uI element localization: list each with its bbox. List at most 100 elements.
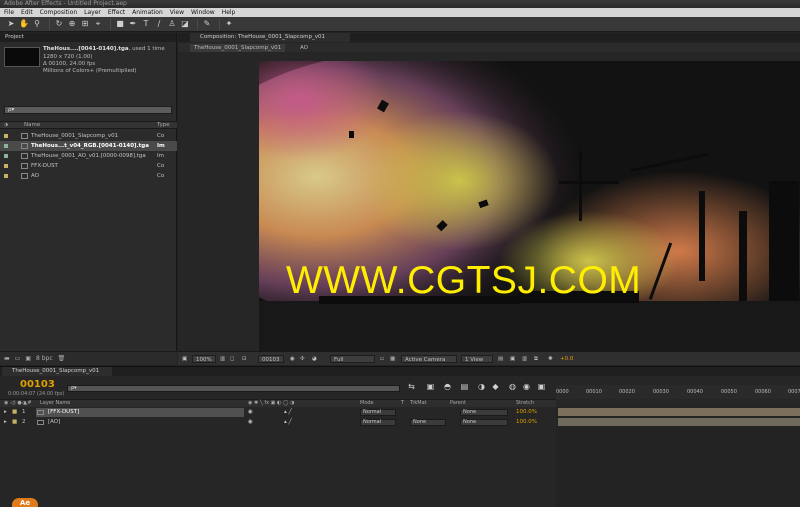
subtab-ao[interactable]: AO	[296, 44, 312, 52]
track-camera-icon[interactable]: ⌖	[93, 19, 103, 29]
menu-file[interactable]: File	[4, 8, 14, 17]
menu-effect[interactable]: Effect	[108, 8, 125, 17]
menu-view[interactable]: View	[170, 8, 184, 17]
layer-name-column[interactable]: Layer Name	[40, 400, 70, 407]
time-ruler[interactable]: 0000 00010 00020 00030 00040 00050 00060…	[556, 385, 800, 399]
parent-dropdown[interactable]: None	[460, 419, 508, 426]
timeline-icon[interactable]: ▥	[522, 355, 527, 363]
brush-tool-icon[interactable]: ∕	[154, 19, 164, 29]
label-swatch[interactable]	[4, 164, 8, 168]
layer-switches-icon[interactable]: ▴ ╱	[284, 408, 292, 417]
label-swatch[interactable]	[4, 154, 8, 158]
menu-window[interactable]: Window	[191, 8, 215, 17]
puppet-pin-icon[interactable]: ✦	[224, 19, 234, 29]
parent-column[interactable]: Parent	[450, 400, 466, 407]
rectangle-tool-icon[interactable]: ■	[115, 19, 125, 29]
label-swatch[interactable]	[4, 134, 8, 138]
label-swatch[interactable]: ■	[12, 408, 17, 417]
motion-blur-icon[interactable]: ◑	[476, 381, 487, 392]
menu-composition[interactable]: Composition	[40, 8, 77, 17]
hand-tool-icon[interactable]: ✋	[19, 19, 29, 29]
camera-view-dropdown[interactable]: Active Camera	[401, 355, 457, 363]
menu-help[interactable]: Help	[222, 8, 236, 17]
parent-dropdown[interactable]: None	[460, 409, 508, 416]
visibility-icon[interactable]: ◉	[248, 418, 253, 427]
mode-dropdown[interactable]: Normal	[360, 419, 396, 426]
region-icon[interactable]: ◻	[230, 355, 235, 363]
new-folder-icon[interactable]: ▭	[15, 355, 21, 362]
trkmat-dropdown[interactable]: None	[410, 419, 446, 426]
layer-row[interactable]: ▸ ■ 2 [AO] ◉ ▴ ╱ Normal None None 100.0%	[0, 418, 556, 427]
rotate-tool-icon[interactable]: ↻	[54, 19, 64, 29]
menu-edit[interactable]: Edit	[21, 8, 33, 17]
flowchart-icon[interactable]: ⧉	[534, 355, 538, 363]
layer-duration-bar[interactable]	[558, 418, 800, 426]
label-column-icon[interactable]: ⬗	[4, 122, 8, 129]
magnification-dropdown[interactable]: 100%	[192, 355, 216, 363]
type-tool-icon[interactable]: T	[141, 19, 151, 29]
exposure-value[interactable]: +0.0	[560, 355, 573, 363]
menu-layer[interactable]: Layer	[84, 8, 101, 17]
resolution-dropdown[interactable]: Full	[330, 355, 375, 363]
mode-dropdown[interactable]: Normal	[360, 409, 396, 416]
comp-mini-flowchart-icon[interactable]: ⇆	[406, 381, 417, 392]
current-time-field[interactable]: 00103	[258, 355, 284, 363]
graph-toggle-icon[interactable]: ▣	[536, 381, 547, 392]
name-column[interactable]: Name	[24, 122, 40, 129]
label-swatch[interactable]	[4, 174, 8, 178]
pixel-aspect-icon[interactable]: ▤	[498, 355, 503, 363]
camera-snapshot-icon[interactable]: ◉	[290, 355, 295, 363]
camera-orbit-icon[interactable]: ⊕	[67, 19, 77, 29]
timeline-tab[interactable]: TheHouse_0001_Slapcomp_v01	[2, 367, 112, 376]
graph-editor-icon[interactable]: ◉	[521, 381, 532, 392]
brainstorm-icon[interactable]: ◆	[490, 381, 501, 392]
composition-tab[interactable]: Composition: TheHouse_0001_Slapcomp_v01	[190, 33, 350, 42]
stretch-value[interactable]: 100.0%	[516, 418, 537, 427]
project-search-input[interactable]: ρ▾	[4, 106, 172, 114]
color-management-icon[interactable]: ◕	[312, 355, 317, 363]
always-preview-icon[interactable]: ▣	[182, 355, 187, 363]
label-swatch[interactable]	[4, 144, 8, 148]
layer-duration-bar[interactable]	[558, 408, 800, 416]
project-item[interactable]: FFX-DUST Co	[0, 161, 177, 171]
stretch-column[interactable]: Stretch	[516, 400, 534, 407]
project-item[interactable]: AO Co	[0, 171, 177, 181]
project-item[interactable]: TheHouse_0001_AO_v01.[0000-0098].tga Im	[0, 151, 177, 161]
composition-viewer[interactable]: WWW.CGTSJ.COM	[259, 61, 800, 355]
type-column[interactable]: Type	[157, 122, 170, 129]
shy-layers-icon[interactable]: ◓	[442, 381, 453, 392]
roi-icon[interactable]: ▫	[380, 355, 384, 363]
zoom-tool-icon[interactable]: ⚲	[32, 19, 42, 29]
selection-tool-icon[interactable]: ➤	[6, 19, 16, 29]
new-comp-icon[interactable]: ▣	[25, 355, 31, 362]
transparency-grid-icon[interactable]: ▦	[390, 355, 395, 363]
exposure-icon[interactable]: ✺	[548, 355, 553, 363]
visibility-icon[interactable]: ◉	[248, 408, 253, 417]
roto-brush-icon[interactable]: ✎	[202, 19, 212, 29]
project-tab[interactable]: Project	[0, 33, 176, 42]
fast-preview-icon[interactable]: ▣	[510, 355, 515, 363]
interpret-footage-icon[interactable]: ▬	[4, 355, 10, 362]
mode-column[interactable]: Mode	[360, 400, 374, 407]
layer-twirl-icon[interactable]: ▸	[4, 408, 7, 417]
trash-icon[interactable]: 🗑	[58, 355, 66, 362]
t-column[interactable]: T	[401, 400, 404, 407]
frame-blending-icon[interactable]: ▤	[459, 381, 470, 392]
layer-row[interactable]: ▸ ■ 1 [FFX-DUST] ◉ ▴ ╱ Normal None 100.0…	[0, 408, 556, 417]
eraser-tool-icon[interactable]: ◪	[180, 19, 190, 29]
layer-twirl-icon[interactable]: ▸	[4, 418, 7, 427]
layer-switches-icon[interactable]: ▴ ╱	[284, 418, 292, 427]
trkmat-column[interactable]: TrkMat	[410, 400, 427, 407]
subtab-slapcomp[interactable]: TheHouse_0001_Slapcomp_v01	[190, 44, 286, 52]
timeline-search-input[interactable]: ρ▾	[67, 385, 400, 392]
menu-animation[interactable]: Animation	[132, 8, 163, 17]
snapshot-icon[interactable]: ⊡	[242, 355, 247, 363]
timeline-current-time[interactable]: 00103	[20, 379, 55, 390]
project-item[interactable]: TheHouse_0001_Slapcomp_v01 Co	[0, 131, 177, 141]
grid-icon[interactable]: ▥	[220, 355, 225, 363]
pan-behind-icon[interactable]: ⊞	[80, 19, 90, 29]
pen-tool-icon[interactable]: ✒	[128, 19, 138, 29]
view-layout-dropdown[interactable]: 1 View	[461, 355, 493, 363]
clone-stamp-icon[interactable]: ♙	[167, 19, 177, 29]
channel-icon[interactable]: ✣	[300, 355, 305, 363]
